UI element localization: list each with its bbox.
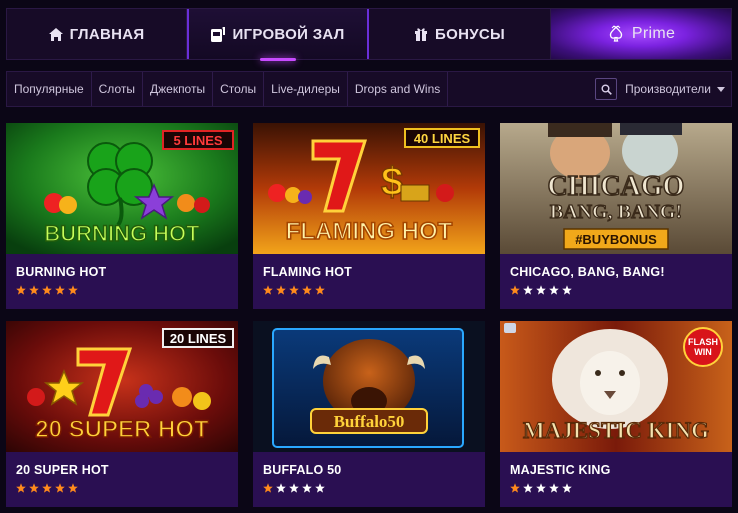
star-icon [536, 483, 546, 493]
tab-bonuses-label: БОНУСЫ [435, 25, 505, 43]
search-icon [601, 84, 612, 95]
game-card-flaming-hot[interactable]: $ 40 LINES FLAMING HOT FLAMING HOT [253, 123, 485, 309]
star-rating [510, 483, 572, 493]
badge-lines-flaming-hot: 40 LINES [414, 131, 471, 146]
game-title: 20 SUPER HOT [16, 463, 109, 477]
gift-icon [414, 27, 428, 41]
logo-majestic-king: MAJESTIC KING [523, 418, 709, 443]
star-icon [16, 285, 26, 295]
star-icon [289, 483, 299, 493]
star-icon [523, 285, 533, 295]
star-icon [68, 285, 78, 295]
badge-buy-bonus: #BUYBONUS [575, 232, 657, 247]
star-rating [510, 285, 572, 295]
logo-buffalo-50: Buffalo50 [334, 412, 405, 431]
chevron-down-icon [717, 86, 725, 92]
star-icon [263, 483, 273, 493]
providers-label: Производители [625, 82, 711, 96]
game-card-20-super-hot[interactable]: 20 LINES 20 SUPER HOT 20 SUPER HOT [6, 321, 238, 507]
star-icon [315, 483, 325, 493]
star-icon [263, 285, 273, 295]
tab-prime[interactable]: Prime [551, 9, 731, 59]
star-rating [263, 285, 325, 295]
game-card-chicago-bang-bang[interactable]: CHICAGO BANG, BANG! #BUYBONUS CHICAGO, B… [500, 123, 732, 309]
star-rating [16, 483, 78, 493]
star-icon [42, 483, 52, 493]
main-navigation: ГЛАВНАЯ ИГРОВОЙ ЗАЛ БОНУСЫ Prime [6, 8, 732, 61]
star-icon [55, 285, 65, 295]
star-icon [562, 483, 572, 493]
filter-popular[interactable]: Популярные [7, 72, 92, 106]
game-card-burning-hot[interactable]: 5 LINES BURNING HOT BURNING HOT [6, 123, 238, 309]
tab-home-label: ГЛАВНАЯ [69, 25, 145, 43]
game-thumbnail-flaming-hot: $ 40 LINES FLAMING HOT [253, 123, 485, 254]
badge-flash-line1: FLASH [688, 337, 718, 347]
game-title: MAJESTIC KING [510, 463, 611, 477]
star-icon [55, 483, 65, 493]
home-icon [48, 27, 63, 41]
game-title: BUFFALO 50 [263, 463, 342, 477]
star-icon [276, 483, 286, 493]
star-rating [16, 285, 78, 295]
tab-prime-label: Prime [631, 25, 676, 42]
star-icon [523, 483, 533, 493]
providers-dropdown[interactable]: Производители [621, 72, 731, 106]
filter-drops-and-wins[interactable]: Drops and Wins [348, 72, 449, 106]
star-icon [29, 483, 39, 493]
tab-game-hall[interactable]: ИГРОВОЙ ЗАЛ [187, 9, 369, 61]
star-rating [263, 483, 325, 493]
spade-crown-icon [607, 25, 625, 43]
tab-game-hall-label: ИГРОВОЙ ЗАЛ [232, 25, 345, 43]
star-icon [302, 285, 312, 295]
game-thumbnail-20-super-hot: 20 LINES 20 SUPER HOT [6, 321, 238, 452]
star-icon [276, 285, 286, 295]
filter-spacer [448, 72, 595, 106]
game-thumbnail-majestic-king: FLASH WIN MAJESTIC KING [500, 321, 732, 452]
game-title: CHICAGO, BANG, BANG! [510, 265, 665, 279]
star-icon [536, 285, 546, 295]
logo-20-super-hot: 20 SUPER HOT [35, 416, 209, 443]
star-icon [549, 483, 559, 493]
logo-chicago-line2: BANG, BANG! [550, 201, 682, 223]
filter-live-dealers[interactable]: Live-дилеры [264, 72, 348, 106]
game-thumbnail-burning-hot: 5 LINES BURNING HOT [6, 123, 238, 254]
star-icon [42, 285, 52, 295]
tab-home[interactable]: ГЛАВНАЯ [7, 9, 187, 59]
star-icon [562, 285, 572, 295]
svg-text:$: $ [381, 160, 403, 204]
star-icon [302, 483, 312, 493]
filter-tables[interactable]: Столы [213, 72, 265, 106]
filter-jackpots[interactable]: Джекпоты [143, 72, 214, 106]
badge-lines-20-super-hot: 20 LINES [170, 331, 227, 346]
game-card-majestic-king[interactable]: FLASH WIN MAJESTIC KING MAJESTIC KING [500, 321, 732, 507]
star-icon [68, 483, 78, 493]
star-icon [289, 285, 299, 295]
logo-burning-hot: BURNING HOT [44, 221, 200, 246]
slot-machine-icon [211, 26, 226, 42]
star-icon [510, 285, 520, 295]
game-title: BURNING HOT [16, 265, 107, 279]
star-icon [29, 285, 39, 295]
badge-flash-line2: WIN [694, 347, 712, 357]
game-card-buffalo-50[interactable]: Buffalo50 BUFFALO 50 [253, 321, 485, 507]
game-thumbnail-chicago-bang-bang: CHICAGO BANG, BANG! #BUYBONUS [500, 123, 732, 254]
star-icon [510, 483, 520, 493]
badge-lines-burning-hot: 5 LINES [173, 133, 222, 148]
logo-flaming-hot: FLAMING HOT [286, 218, 453, 245]
logo-chicago-line1: CHICAGO [548, 171, 685, 202]
game-thumbnail-buffalo-50: Buffalo50 [253, 321, 485, 452]
star-icon [549, 285, 559, 295]
category-filter-bar: Популярные Слоты Джекпоты Столы Live-дил… [6, 71, 732, 107]
search-button[interactable] [595, 78, 618, 100]
star-icon [315, 285, 325, 295]
star-icon [16, 483, 26, 493]
game-title: FLAMING HOT [263, 265, 352, 279]
filter-slots[interactable]: Слоты [92, 72, 143, 106]
tab-bonuses[interactable]: БОНУСЫ [369, 9, 551, 59]
